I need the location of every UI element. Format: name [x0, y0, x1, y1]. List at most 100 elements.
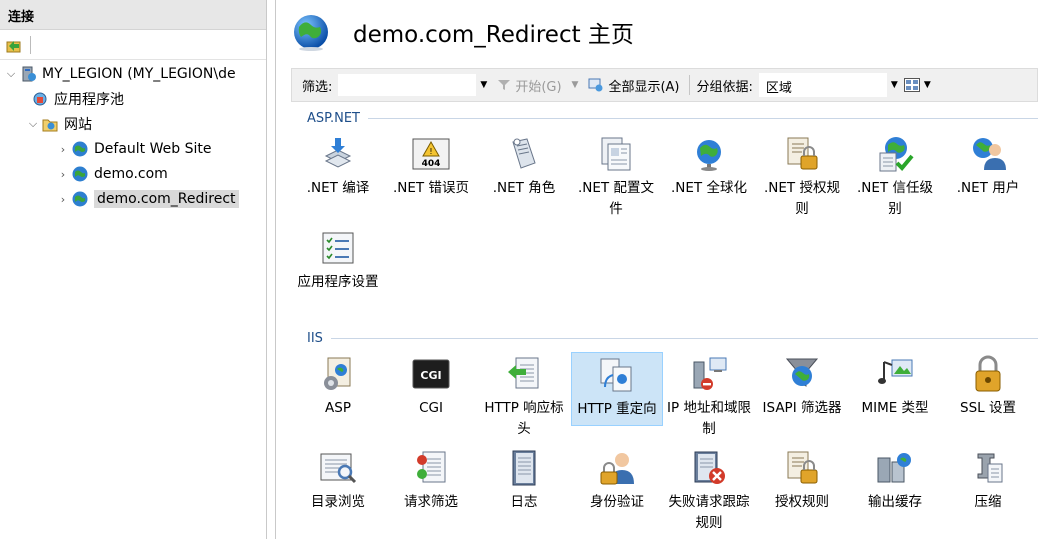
page-title: demo.com_Redirect 主页	[353, 22, 634, 48]
toolbar-separator	[688, 75, 690, 95]
feature-label: 目录浏览	[311, 494, 365, 510]
svg-text:404: 404	[422, 159, 441, 169]
sites-folder-icon	[40, 114, 60, 134]
feature-output-caching[interactable]: 输出缓存	[849, 440, 941, 513]
logging-icon	[504, 448, 544, 488]
cgi-icon: CGI	[411, 354, 451, 394]
view-mode-button[interactable]: ▼	[902, 72, 937, 98]
feature-net-users[interactable]: .NET 用户	[942, 126, 1034, 199]
tree-label: demo.com	[94, 166, 168, 182]
tree-label: Default Web Site	[94, 141, 212, 157]
feature-request-filtering[interactable]: 请求筛选	[385, 440, 477, 513]
feature-net-error-pages[interactable]: ! 404 .NET 错误页	[385, 126, 477, 199]
pane-splitter[interactable]	[266, 0, 276, 539]
group-by-select[interactable]: 区域	[758, 73, 887, 97]
filter-input[interactable]	[338, 74, 477, 96]
filter-dropdown-icon[interactable]: ▼	[476, 80, 491, 90]
feature-label: 日志	[510, 494, 538, 510]
feature-label: 失败请求跟踪规则	[668, 494, 750, 531]
show-all-button[interactable]: 全部显示(A)	[582, 72, 685, 98]
isapi-filter-icon	[782, 354, 822, 394]
tree-label: MY_LEGION (MY_LEGION\de	[42, 66, 236, 82]
feature-label: 压缩	[974, 494, 1002, 510]
feature-http-redirect[interactable]: HTTP 重定向	[571, 352, 663, 426]
group-dropdown-icon[interactable]: ▼	[887, 80, 902, 90]
tree-label: 网站	[64, 117, 92, 133]
feature-net-globalization[interactable]: .NET 全球化	[663, 126, 755, 199]
feature-label: .NET 错误页	[393, 180, 469, 196]
feature-label: CGI	[419, 400, 443, 416]
app-pools-icon	[30, 89, 50, 109]
website-globe-icon	[70, 189, 90, 209]
compression-icon	[968, 448, 1008, 488]
tree-node-demo-com-redirect[interactable]: › demo.com_Redirect	[56, 187, 239, 211]
feature-net-roles[interactable]: .NET 角色	[478, 126, 570, 199]
ssl-lock-icon	[968, 354, 1008, 394]
feature-mime-types[interactable]: MIME 类型	[849, 346, 941, 419]
feature-app-settings[interactable]: 应用程序设置	[292, 220, 384, 293]
feature-compression[interactable]: 压缩	[942, 440, 1034, 513]
tree-label: demo.com_Redirect	[94, 190, 239, 208]
feature-label: MIME 类型	[861, 400, 929, 416]
app-settings-icon	[318, 228, 358, 268]
feature-label: .NET 全球化	[671, 180, 747, 196]
start-filter-button[interactable]: 开始(G)	[491, 72, 567, 98]
collapse-arrow-icon[interactable]: ⌵	[26, 117, 40, 131]
website-globe-icon	[70, 164, 90, 184]
toolbar-separator	[30, 35, 31, 54]
feature-authorization-rules[interactable]: 授权规则	[756, 440, 848, 513]
feature-label: IP 地址和域限制	[667, 400, 751, 437]
features-view: demo.com_Redirect 主页 筛选: ▼ 开始(G) ▼ 全部显示(…	[277, 0, 1038, 539]
feature-authentication[interactable]: 身份验证	[571, 440, 663, 513]
feature-ssl-settings[interactable]: SSL 设置	[942, 346, 1034, 419]
feature-label: HTTP 重定向	[577, 401, 657, 417]
failed-request-icon	[689, 448, 729, 488]
feature-failed-request-tracing[interactable]: 失败请求跟踪规则	[663, 440, 755, 534]
feature-net-authorization[interactable]: .NET 授权规则	[756, 126, 848, 220]
feature-net-profile[interactable]: .NET 配置文件	[570, 126, 662, 220]
asp-icon	[318, 354, 358, 394]
feature-label: SSL 设置	[960, 400, 1016, 416]
feature-logging[interactable]: 日志	[478, 440, 570, 513]
tree-node-sites[interactable]: ⌵ 网站	[26, 112, 92, 136]
authorization-lock-icon	[782, 134, 822, 174]
start-dropdown-icon[interactable]: ▼	[568, 80, 583, 90]
mime-types-icon	[875, 354, 915, 394]
new-connection-icon[interactable]	[4, 35, 24, 55]
svg-text:!: !	[429, 147, 432, 156]
authentication-icon	[597, 448, 637, 488]
tree-node-default-web-site[interactable]: › Default Web Site	[56, 137, 212, 161]
feature-http-headers[interactable]: HTTP 响应标头	[478, 346, 570, 440]
connections-header: 连接	[0, 0, 266, 30]
tree-node-server[interactable]: ⌵ MY_LEGION (MY_LEGION\de	[4, 62, 236, 86]
view-dropdown-icon: ▼	[923, 80, 931, 90]
feature-label: .NET 信任级别	[857, 180, 933, 217]
output-cache-icon	[875, 448, 915, 488]
feature-label: .NET 授权规则	[764, 180, 840, 217]
feature-directory-browsing[interactable]: 目录浏览	[292, 440, 384, 513]
feature-label: HTTP 响应标头	[484, 400, 564, 437]
authorization-rules-icon	[782, 448, 822, 488]
expand-arrow-icon[interactable]: ›	[56, 168, 70, 181]
show-all-icon	[588, 78, 603, 92]
show-all-label: 全部显示(A)	[608, 79, 680, 95]
feature-label: 应用程序设置	[297, 274, 379, 290]
svg-text:CGI: CGI	[420, 369, 441, 382]
feature-label: 输出缓存	[868, 494, 922, 510]
tree-node-app-pools[interactable]: 应用程序池	[30, 87, 124, 111]
funnel-icon	[498, 80, 511, 90]
tree-label: 应用程序池	[54, 92, 124, 108]
feature-ip-restrictions[interactable]: IP 地址和域限制	[663, 346, 755, 440]
feature-label: .NET 编译	[306, 180, 370, 196]
feature-isapi-filters[interactable]: ISAPI 筛选器	[756, 346, 848, 419]
section-title: ASP.NET	[307, 110, 360, 126]
feature-asp[interactable]: ASP	[292, 346, 384, 419]
feature-net-compile[interactable]: .NET 编译	[292, 126, 384, 199]
feature-cgi[interactable]: CGI CGI	[385, 346, 477, 419]
tree-node-demo-com[interactable]: › demo.com	[56, 162, 168, 186]
collapse-arrow-icon[interactable]: ⌵	[4, 67, 18, 81]
feature-net-trust-level[interactable]: .NET 信任级别	[849, 126, 941, 220]
expand-arrow-icon[interactable]: ›	[56, 143, 70, 156]
section-title: IIS	[307, 330, 323, 346]
expand-arrow-icon[interactable]: ›	[56, 193, 70, 206]
